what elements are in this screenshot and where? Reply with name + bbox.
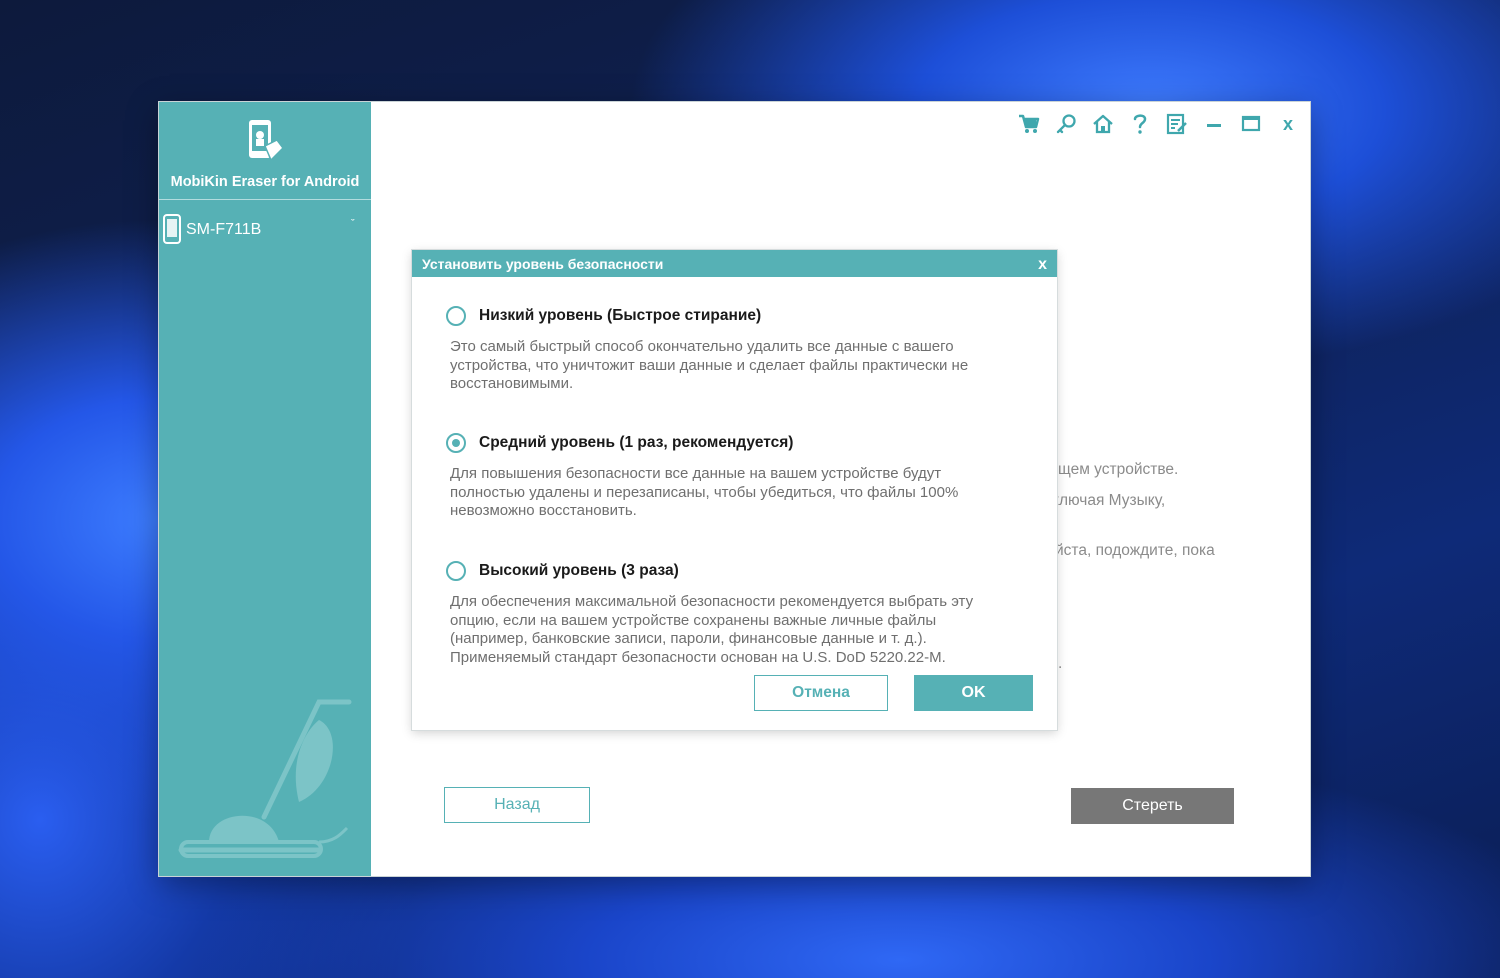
app-title: MobiKin Eraser for Android [170, 174, 360, 190]
chevron-down-icon[interactable]: ˇ [351, 218, 355, 230]
cancel-button[interactable]: Отмена [754, 675, 888, 711]
option-medium-description: Для повышения безопасности все данные на… [450, 465, 959, 519]
option-low-description: Это самый быстрый способ окончательно уд… [450, 338, 969, 392]
dialog-close-icon[interactable]: x [1038, 256, 1047, 274]
home-icon[interactable] [1091, 112, 1115, 136]
key-icon[interactable] [1054, 112, 1078, 136]
erase-button[interactable]: Стереть [1071, 788, 1234, 824]
background-text-2: ключая Музыку, [1052, 492, 1166, 509]
back-button[interactable]: Назад [444, 787, 590, 823]
background-text-1: щем устройстве. [1058, 461, 1179, 478]
device-selector[interactable]: SM-F711B ˇ [159, 210, 371, 250]
cart-icon[interactable] [1017, 112, 1041, 136]
ok-button[interactable]: OK [914, 675, 1033, 711]
help-icon[interactable] [1128, 112, 1152, 136]
security-level-dialog: Установить уровень безопасности x Низкий… [412, 250, 1057, 730]
device-name: SM-F711B [186, 221, 262, 238]
option-medium-label[interactable]: Средний уровень (1 раз, рекомендуется) [479, 434, 793, 452]
sidebar-divider [159, 199, 371, 200]
radio-low[interactable] [446, 306, 466, 326]
phone-icon [163, 214, 181, 244]
sidebar: MobiKin Eraser for Android SM-F711B ˇ [159, 102, 371, 876]
option-high-description: Для обеспечения максимальной безопасност… [450, 593, 974, 666]
vacuum-illustration-icon [178, 699, 352, 858]
close-icon[interactable]: x [1276, 112, 1300, 136]
background-text-3: йста, подождите, пока [1055, 542, 1215, 559]
option-low-label[interactable]: Низкий уровень (Быстрое стирание) [479, 307, 761, 325]
window-toolbar: x [1004, 112, 1300, 136]
radio-high[interactable] [446, 561, 466, 581]
minimize-icon[interactable] [1202, 112, 1226, 136]
option-high-label[interactable]: Высокий уровень (3 раза) [479, 562, 679, 580]
feedback-icon[interactable] [1165, 112, 1189, 136]
background-text-4: . [1058, 655, 1063, 672]
app-logo-icon [249, 120, 284, 162]
dialog-title: Установить уровень безопасности [422, 256, 664, 272]
dialog-header: Установить уровень безопасности x [412, 250, 1057, 277]
maximize-icon[interactable] [1239, 112, 1263, 136]
radio-medium[interactable] [446, 433, 466, 453]
